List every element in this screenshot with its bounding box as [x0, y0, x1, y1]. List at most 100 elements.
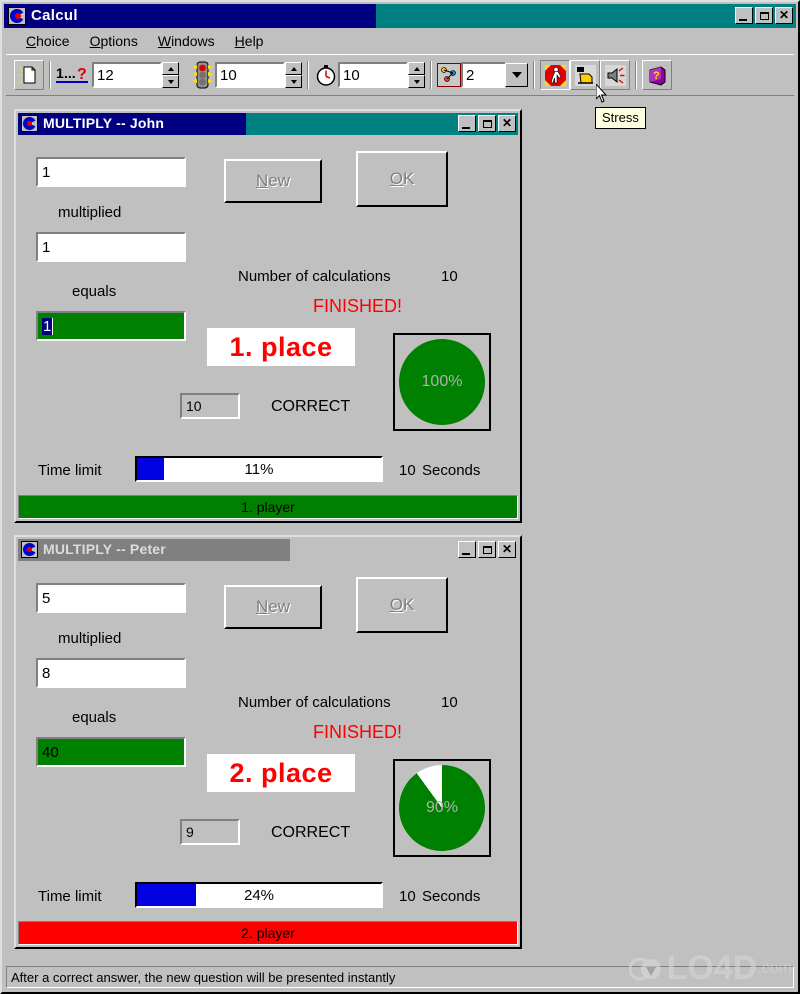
questions-count-value: 12	[97, 66, 114, 84]
chevron-down-icon	[511, 72, 522, 78]
svg-text:?: ?	[653, 70, 660, 82]
john-place-label: 1. place	[207, 328, 355, 366]
peter-new-label: ew	[268, 597, 290, 616]
john-time-limit-label: Time limit	[38, 462, 102, 479]
stopwatch-icon	[314, 63, 338, 87]
menubar: Choice Options Windows Help	[4, 30, 796, 52]
john-status-bar: 1. player	[18, 495, 518, 519]
john-correct-count[interactable]: 10	[180, 393, 240, 419]
john-seconds-value: 10	[399, 462, 416, 479]
peter-pie-label: 90%	[425, 799, 459, 816]
traffic-value-input[interactable]: 10	[215, 62, 285, 88]
questions-count-stepper[interactable]	[162, 62, 179, 88]
john-ok-button[interactable]: OK	[356, 151, 448, 207]
help-book-button[interactable]: ?	[642, 60, 672, 90]
john-calculations-value: 10	[441, 268, 458, 285]
main-titlebar: Calcul ✕	[4, 4, 796, 28]
peter-window-controls: ✕	[458, 541, 516, 558]
players-dropdown-button[interactable]	[505, 63, 528, 87]
calcul-main-window: Calcul ✕ Choice Options Windows Help 1 .…	[0, 0, 800, 994]
john-factor1-input[interactable]: 1	[36, 157, 186, 187]
menu-options[interactable]: Options	[80, 31, 148, 51]
peter-titlebar: MULTIPLY -- Peter ✕	[18, 539, 518, 561]
john-answer-input[interactable]: 1	[36, 311, 186, 341]
john-correct-count-value: 10	[186, 398, 202, 414]
svg-text:1: 1	[56, 65, 64, 81]
questions-count-input[interactable]: 12	[92, 62, 162, 88]
peter-factor1-value: 5	[42, 589, 51, 607]
peter-correct-count[interactable]: 9	[180, 819, 240, 845]
stress-tooltip: Stress	[595, 107, 646, 129]
peter-maximize-button[interactable]	[478, 541, 496, 558]
svg-text:...: ...	[64, 65, 76, 81]
john-status-label: 1. player	[241, 499, 295, 515]
peter-new-button[interactable]: New	[224, 585, 322, 629]
timer-down-button[interactable]	[408, 75, 425, 88]
main-window-controls: ✕	[735, 7, 793, 24]
maximize-button[interactable]	[755, 7, 773, 24]
new-document-icon[interactable]	[14, 60, 44, 90]
stress-button[interactable]	[540, 60, 570, 90]
john-minimize-button[interactable]	[458, 115, 476, 132]
peter-factor2-input[interactable]: 8	[36, 658, 186, 688]
menu-choice-label: hoice	[36, 33, 70, 49]
john-equals-label: equals	[72, 283, 117, 300]
john-time-progress: 11%	[135, 456, 383, 482]
one-question-icon: 1 ... ?	[56, 63, 90, 87]
john-correct-label: CORRECT	[271, 398, 351, 415]
john-finished-label: FINISHED!	[313, 296, 403, 316]
traffic-value: 10	[220, 66, 237, 84]
multiply-window-john[interactable]: MULTIPLY -- John ✕ 1 multiplied 1 equals…	[14, 109, 522, 523]
peter-time-progress: 24%	[135, 882, 383, 908]
peter-pie-circle: 90%	[381, 747, 503, 869]
peter-correct-label: CORRECT	[271, 824, 351, 841]
john-time-progress-label: 11%	[244, 460, 274, 478]
traffic-down-button[interactable]	[285, 75, 302, 88]
traffic-light-icon	[189, 60, 215, 90]
players-icon	[437, 63, 461, 87]
peter-pie-chart: 90%	[381, 747, 503, 869]
john-ok-label: K	[402, 169, 415, 188]
john-maximize-button[interactable]	[478, 115, 496, 132]
peter-seconds-value: 10	[399, 888, 416, 905]
menu-windows[interactable]: Windows	[148, 31, 225, 51]
peter-factor1-input[interactable]: 5	[36, 583, 186, 613]
john-pie-label: 100%	[421, 373, 463, 390]
peter-equals-label: equals	[72, 709, 117, 726]
peter-ok-button[interactable]: OK	[356, 577, 448, 633]
toolbar: 1 ... ? 12 10 10 2 ?	[6, 54, 794, 96]
timer-stepper[interactable]	[408, 62, 425, 88]
players-count-input[interactable]: 2	[461, 62, 505, 88]
timer-value-input[interactable]: 10	[338, 62, 408, 88]
menu-choice[interactable]: Choice	[16, 31, 80, 51]
john-close-button[interactable]: ✕	[498, 115, 516, 132]
players-count-value: 2	[466, 66, 475, 84]
peter-window-title: MULTIPLY -- Peter	[43, 541, 166, 557]
traffic-stepper[interactable]	[285, 62, 302, 88]
menu-help[interactable]: Help	[225, 31, 274, 51]
peter-close-button[interactable]: ✕	[498, 541, 516, 558]
peter-finished-label: FINISHED!	[313, 722, 403, 742]
svg-text:?: ?	[77, 66, 87, 83]
mouse-cursor	[596, 84, 608, 103]
john-factor2-input[interactable]: 1	[36, 232, 186, 262]
peter-answer-input[interactable]: 40	[36, 737, 186, 767]
john-calculations-label: Number of calculations	[238, 268, 391, 285]
peter-minimize-button[interactable]	[458, 541, 476, 558]
multiply-window-peter[interactable]: MULTIPLY -- Peter ✕ 5 multiplied 8 equal…	[14, 535, 522, 949]
john-new-button[interactable]: New	[224, 159, 322, 203]
john-pie-circle: 100%	[399, 339, 485, 425]
questions-down-button[interactable]	[162, 75, 179, 88]
peter-seconds-label: Seconds	[422, 888, 481, 905]
questions-up-button[interactable]	[162, 62, 179, 75]
calcul-c-icon	[21, 115, 38, 132]
timer-up-button[interactable]	[408, 62, 425, 75]
peter-place-label: 2. place	[207, 754, 355, 792]
main-status-bar: After a correct answer, the new question…	[6, 966, 794, 988]
traffic-up-button[interactable]	[285, 62, 302, 75]
john-window-controls: ✕	[458, 115, 516, 132]
timer-value: 10	[343, 66, 360, 84]
close-button[interactable]: ✕	[775, 7, 793, 24]
minimize-button[interactable]	[735, 7, 753, 24]
john-new-label: ew	[268, 171, 290, 190]
